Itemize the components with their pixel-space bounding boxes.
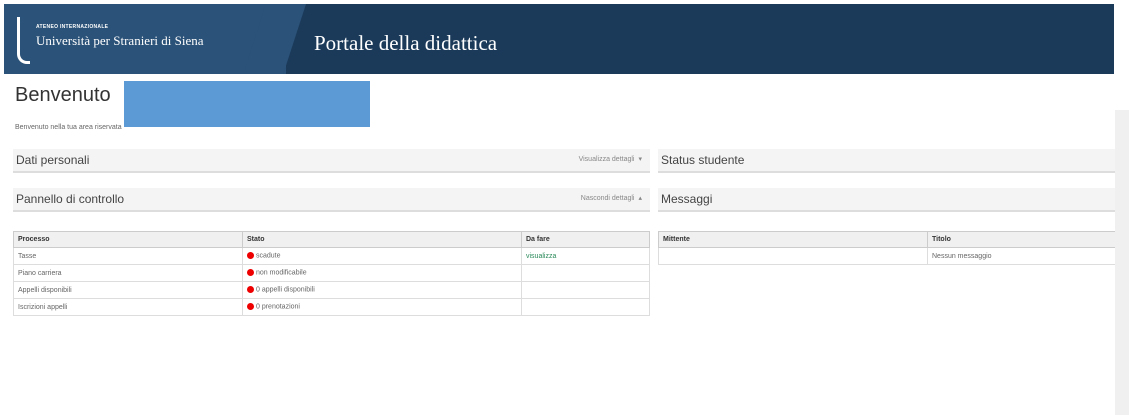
action-cell [521,281,650,299]
table-row: Nessun messaggio [658,247,1123,265]
view-fees-link[interactable]: visualizza [526,253,556,260]
action-cell: visualizza [521,247,650,265]
status-dot-icon [247,269,254,277]
column-header-todo: Da fare [521,231,650,248]
table-row: Piano carriera non modificabile [13,264,650,282]
panel-control-title: Pannello di controllo [16,192,125,206]
chevron-up-icon: ▴ [638,195,642,202]
status-text: scadute [256,252,281,260]
toggle-personal-details-label: Visualizza dettagli [578,156,635,163]
process-cell: Appelli disponibili [13,281,243,299]
messages-table-header: Mittente Titolo [658,231,1123,248]
redacted-user-name [124,81,370,127]
column-header-process: Processo [13,231,243,248]
empty-messages-cell: Nessun messaggio [927,247,1123,265]
panel-messages-title: Messaggi [661,192,713,206]
toggle-personal-details-link[interactable]: Visualizza dettagli ▾ [579,155,642,163]
page-scrollbar[interactable] [1115,110,1129,415]
status-dot-icon [247,286,254,294]
process-table: Processo Stato Da fare Tasse scadute vis… [13,231,650,316]
status-dot-icon [247,252,254,260]
process-cell: Tasse [13,247,243,265]
portal-title: Portale della didattica [314,31,498,55]
page-subtitle: Benvenuto nella tua area riservata [15,124,122,131]
page-title: Benvenuto [15,84,111,106]
institution-small-label: ATENEO INTERNAZIONALE [36,24,109,30]
panel-personal-data-title: Dati personali [16,153,90,167]
site-header: ATENEO INTERNAZIONALE Università per Str… [4,4,1114,74]
column-header-sender: Mittente [658,231,928,248]
status-dot-icon [247,303,254,311]
status-text: 0 appelli disponibili [256,286,315,294]
panel-control: Pannello di controllo Nascondi dettagli ▴ [13,188,650,212]
action-cell [521,264,650,282]
sender-cell [658,247,928,265]
column-header-status: Stato [242,231,522,248]
status-text: 0 prenotazioni [256,303,300,311]
status-cell: non modificabile [242,264,522,282]
messages-table: Mittente Titolo Nessun messaggio [658,231,1123,265]
process-cell: Piano carriera [13,264,243,282]
panel-student-status: Status studente [658,149,1123,173]
table-row: Tasse scadute visualizza [13,247,650,265]
status-cell: scadute [242,247,522,265]
panel-messages: Messaggi [658,188,1123,212]
chevron-down-icon: ▾ [638,156,642,163]
column-header-title: Titolo [927,231,1123,248]
process-cell: Iscrizioni appelli [13,298,243,316]
university-logo-icon [17,17,30,64]
status-cell: 0 prenotazioni [242,298,522,316]
panel-student-status-title: Status studente [661,153,745,167]
table-row: Iscrizioni appelli 0 prenotazioni [13,298,650,316]
toggle-control-details-link[interactable]: Nascondi dettagli ▴ [581,194,642,202]
panel-personal-data: Dati personali Visualizza dettagli ▾ [13,149,650,173]
status-text: non modificabile [256,269,307,277]
table-row: Appelli disponibili 0 appelli disponibil… [13,281,650,299]
status-cell: 0 appelli disponibili [242,281,522,299]
action-cell [521,298,650,316]
institution-name[interactable]: Università per Stranieri di Siena [36,33,204,49]
process-table-header: Processo Stato Da fare [13,231,650,248]
toggle-control-details-label: Nascondi dettagli [580,195,635,202]
